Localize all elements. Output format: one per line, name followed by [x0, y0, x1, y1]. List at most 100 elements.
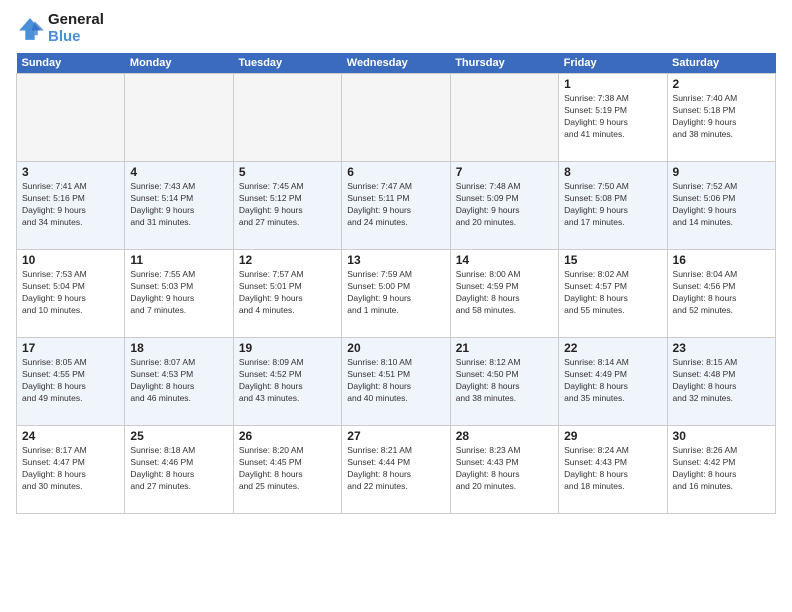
calendar-cell: 16Sunrise: 8:04 AM Sunset: 4:56 PM Dayli… — [667, 250, 775, 338]
weekday-saturday: Saturday — [667, 53, 775, 74]
day-number: 11 — [130, 253, 227, 267]
day-number: 20 — [347, 341, 444, 355]
calendar-cell: 4 Sunrise: 7:43 AM Sunset: 5:14 PM Daylig… — [125, 162, 233, 250]
day-number: 23 — [673, 341, 770, 355]
day-info: Sunrise: 7:55 AM Sunset: 5:03 PM Dayligh… — [130, 269, 227, 317]
day-number: 2 — [673, 77, 770, 91]
calendar-cell: 10Sunrise: 7:53 AM Sunset: 5:04 PM Dayli… — [17, 250, 125, 338]
calendar-cell: 8 Sunrise: 7:50 AM Sunset: 5:08 PM Daylig… — [559, 162, 667, 250]
day-info: Sunrise: 8:21 AM Sunset: 4:44 PM Dayligh… — [347, 445, 444, 493]
calendar-cell: 9Sunrise: 7:52 AM Sunset: 5:06 PM Daylig… — [667, 162, 775, 250]
logo: General Blue — [16, 12, 104, 45]
day-info: Sunrise: 8:12 AM Sunset: 4:50 PM Dayligh… — [456, 357, 553, 405]
calendar-cell — [342, 74, 450, 162]
calendar-cell: 19 Sunrise: 8:09 AM Sunset: 4:52 PM Dayli… — [233, 338, 341, 426]
calendar-cell — [17, 74, 125, 162]
day-number: 13 — [347, 253, 444, 267]
week-row-3: 10Sunrise: 7:53 AM Sunset: 5:04 PM Dayli… — [17, 250, 776, 338]
day-number: 30 — [673, 429, 770, 443]
day-number: 27 — [347, 429, 444, 443]
day-number: 15 — [564, 253, 661, 267]
calendar-cell — [233, 74, 341, 162]
day-info: Sunrise: 7:59 AM Sunset: 5:00 PM Dayligh… — [347, 269, 444, 317]
day-info: Sunrise: 8:00 AM Sunset: 4:59 PM Dayligh… — [456, 269, 553, 317]
day-info: Sunrise: 7:52 AM Sunset: 5:06 PM Dayligh… — [673, 181, 770, 229]
calendar-cell: 13 Sunrise: 7:59 AM Sunset: 5:00 PM Dayli… — [342, 250, 450, 338]
day-info: Sunrise: 7:48 AM Sunset: 5:09 PM Dayligh… — [456, 181, 553, 229]
calendar-cell: 27 Sunrise: 8:21 AM Sunset: 4:44 PM Dayli… — [342, 426, 450, 514]
calendar-cell: 6Sunrise: 7:47 AM Sunset: 5:11 PM Daylig… — [342, 162, 450, 250]
calendar-cell: 21 Sunrise: 8:12 AM Sunset: 4:50 PM Dayli… — [450, 338, 558, 426]
calendar-cell: 11 Sunrise: 7:55 AM Sunset: 5:03 PM Dayli… — [125, 250, 233, 338]
day-info: Sunrise: 7:50 AM Sunset: 5:08 PM Dayligh… — [564, 181, 661, 229]
day-info: Sunrise: 8:05 AM Sunset: 4:55 PM Dayligh… — [22, 357, 119, 405]
day-info: Sunrise: 8:10 AM Sunset: 4:51 PM Dayligh… — [347, 357, 444, 405]
weekday-friday: Friday — [559, 53, 667, 74]
calendar-cell: 12 Sunrise: 7:57 AM Sunset: 5:01 PM Dayli… — [233, 250, 341, 338]
calendar-table: SundayMondayTuesdayWednesdayThursdayFrid… — [16, 53, 776, 514]
page: General Blue SundayMondayTuesdayWednesda… — [0, 0, 792, 612]
calendar-cell: 22 Sunrise: 8:14 AM Sunset: 4:49 PM Dayli… — [559, 338, 667, 426]
weekday-tuesday: Tuesday — [233, 53, 341, 74]
calendar-cell: 17 Sunrise: 8:05 AM Sunset: 4:55 PM Dayli… — [17, 338, 125, 426]
calendar-cell: 23 Sunrise: 8:15 AM Sunset: 4:48 PM Dayli… — [667, 338, 775, 426]
day-number: 19 — [239, 341, 336, 355]
day-number: 18 — [130, 341, 227, 355]
calendar-cell: 29 Sunrise: 8:24 AM Sunset: 4:43 PM Dayli… — [559, 426, 667, 514]
week-row-4: 17 Sunrise: 8:05 AM Sunset: 4:55 PM Dayli… — [17, 338, 776, 426]
day-info: Sunrise: 8:04 AM Sunset: 4:56 PM Dayligh… — [673, 269, 770, 317]
day-number: 24 — [22, 429, 119, 443]
day-number: 29 — [564, 429, 661, 443]
day-info: Sunrise: 7:40 AM Sunset: 5:18 PM Dayligh… — [673, 93, 770, 141]
day-info: Sunrise: 8:09 AM Sunset: 4:52 PM Dayligh… — [239, 357, 336, 405]
calendar-cell: 15Sunrise: 8:02 AM Sunset: 4:57 PM Dayli… — [559, 250, 667, 338]
day-number: 17 — [22, 341, 119, 355]
logo-text: General Blue — [48, 12, 104, 45]
day-number: 28 — [456, 429, 553, 443]
day-info: Sunrise: 7:43 AM Sunset: 5:14 PM Dayligh… — [130, 181, 227, 229]
day-info: Sunrise: 7:38 AM Sunset: 5:19 PM Dayligh… — [564, 93, 661, 141]
day-number: 8 — [564, 165, 661, 179]
day-info: Sunrise: 8:24 AM Sunset: 4:43 PM Dayligh… — [564, 445, 661, 493]
day-number: 5 — [239, 165, 336, 179]
day-number: 21 — [456, 341, 553, 355]
day-info: Sunrise: 8:17 AM Sunset: 4:47 PM Dayligh… — [22, 445, 119, 493]
calendar-cell: 3Sunrise: 7:41 AM Sunset: 5:16 PM Daylig… — [17, 162, 125, 250]
calendar-cell: 1 Sunrise: 7:38 AM Sunset: 5:19 PM Daylig… — [559, 74, 667, 162]
day-number: 10 — [22, 253, 119, 267]
day-number: 4 — [130, 165, 227, 179]
day-info: Sunrise: 8:23 AM Sunset: 4:43 PM Dayligh… — [456, 445, 553, 493]
calendar-cell: 14 Sunrise: 8:00 AM Sunset: 4:59 PM Dayli… — [450, 250, 558, 338]
calendar-cell: 28 Sunrise: 8:23 AM Sunset: 4:43 PM Dayli… — [450, 426, 558, 514]
weekday-monday: Monday — [125, 53, 233, 74]
day-info: Sunrise: 8:14 AM Sunset: 4:49 PM Dayligh… — [564, 357, 661, 405]
calendar-cell: 18 Sunrise: 8:07 AM Sunset: 4:53 PM Dayli… — [125, 338, 233, 426]
day-number: 14 — [456, 253, 553, 267]
day-number: 7 — [456, 165, 553, 179]
day-number: 22 — [564, 341, 661, 355]
calendar-cell — [450, 74, 558, 162]
day-info: Sunrise: 8:18 AM Sunset: 4:46 PM Dayligh… — [130, 445, 227, 493]
calendar-cell: 25 Sunrise: 8:18 AM Sunset: 4:46 PM Dayli… — [125, 426, 233, 514]
week-row-2: 3Sunrise: 7:41 AM Sunset: 5:16 PM Daylig… — [17, 162, 776, 250]
day-info: Sunrise: 8:15 AM Sunset: 4:48 PM Dayligh… — [673, 357, 770, 405]
calendar-cell: 26Sunrise: 8:20 AM Sunset: 4:45 PM Dayli… — [233, 426, 341, 514]
header: General Blue — [16, 12, 776, 45]
day-info: Sunrise: 7:57 AM Sunset: 5:01 PM Dayligh… — [239, 269, 336, 317]
weekday-wednesday: Wednesday — [342, 53, 450, 74]
calendar-cell: 7 Sunrise: 7:48 AM Sunset: 5:09 PM Daylig… — [450, 162, 558, 250]
day-number: 25 — [130, 429, 227, 443]
weekday-header-row: SundayMondayTuesdayWednesdayThursdayFrid… — [17, 53, 776, 74]
logo-icon — [16, 15, 44, 43]
day-info: Sunrise: 7:47 AM Sunset: 5:11 PM Dayligh… — [347, 181, 444, 229]
calendar-cell — [125, 74, 233, 162]
week-row-1: 1 Sunrise: 7:38 AM Sunset: 5:19 PM Daylig… — [17, 74, 776, 162]
day-info: Sunrise: 8:20 AM Sunset: 4:45 PM Dayligh… — [239, 445, 336, 493]
day-number: 1 — [564, 77, 661, 91]
day-info: Sunrise: 8:07 AM Sunset: 4:53 PM Dayligh… — [130, 357, 227, 405]
week-row-5: 24 Sunrise: 8:17 AM Sunset: 4:47 PM Dayli… — [17, 426, 776, 514]
weekday-thursday: Thursday — [450, 53, 558, 74]
day-number: 12 — [239, 253, 336, 267]
calendar-cell: 30Sunrise: 8:26 AM Sunset: 4:42 PM Dayli… — [667, 426, 775, 514]
day-number: 3 — [22, 165, 119, 179]
